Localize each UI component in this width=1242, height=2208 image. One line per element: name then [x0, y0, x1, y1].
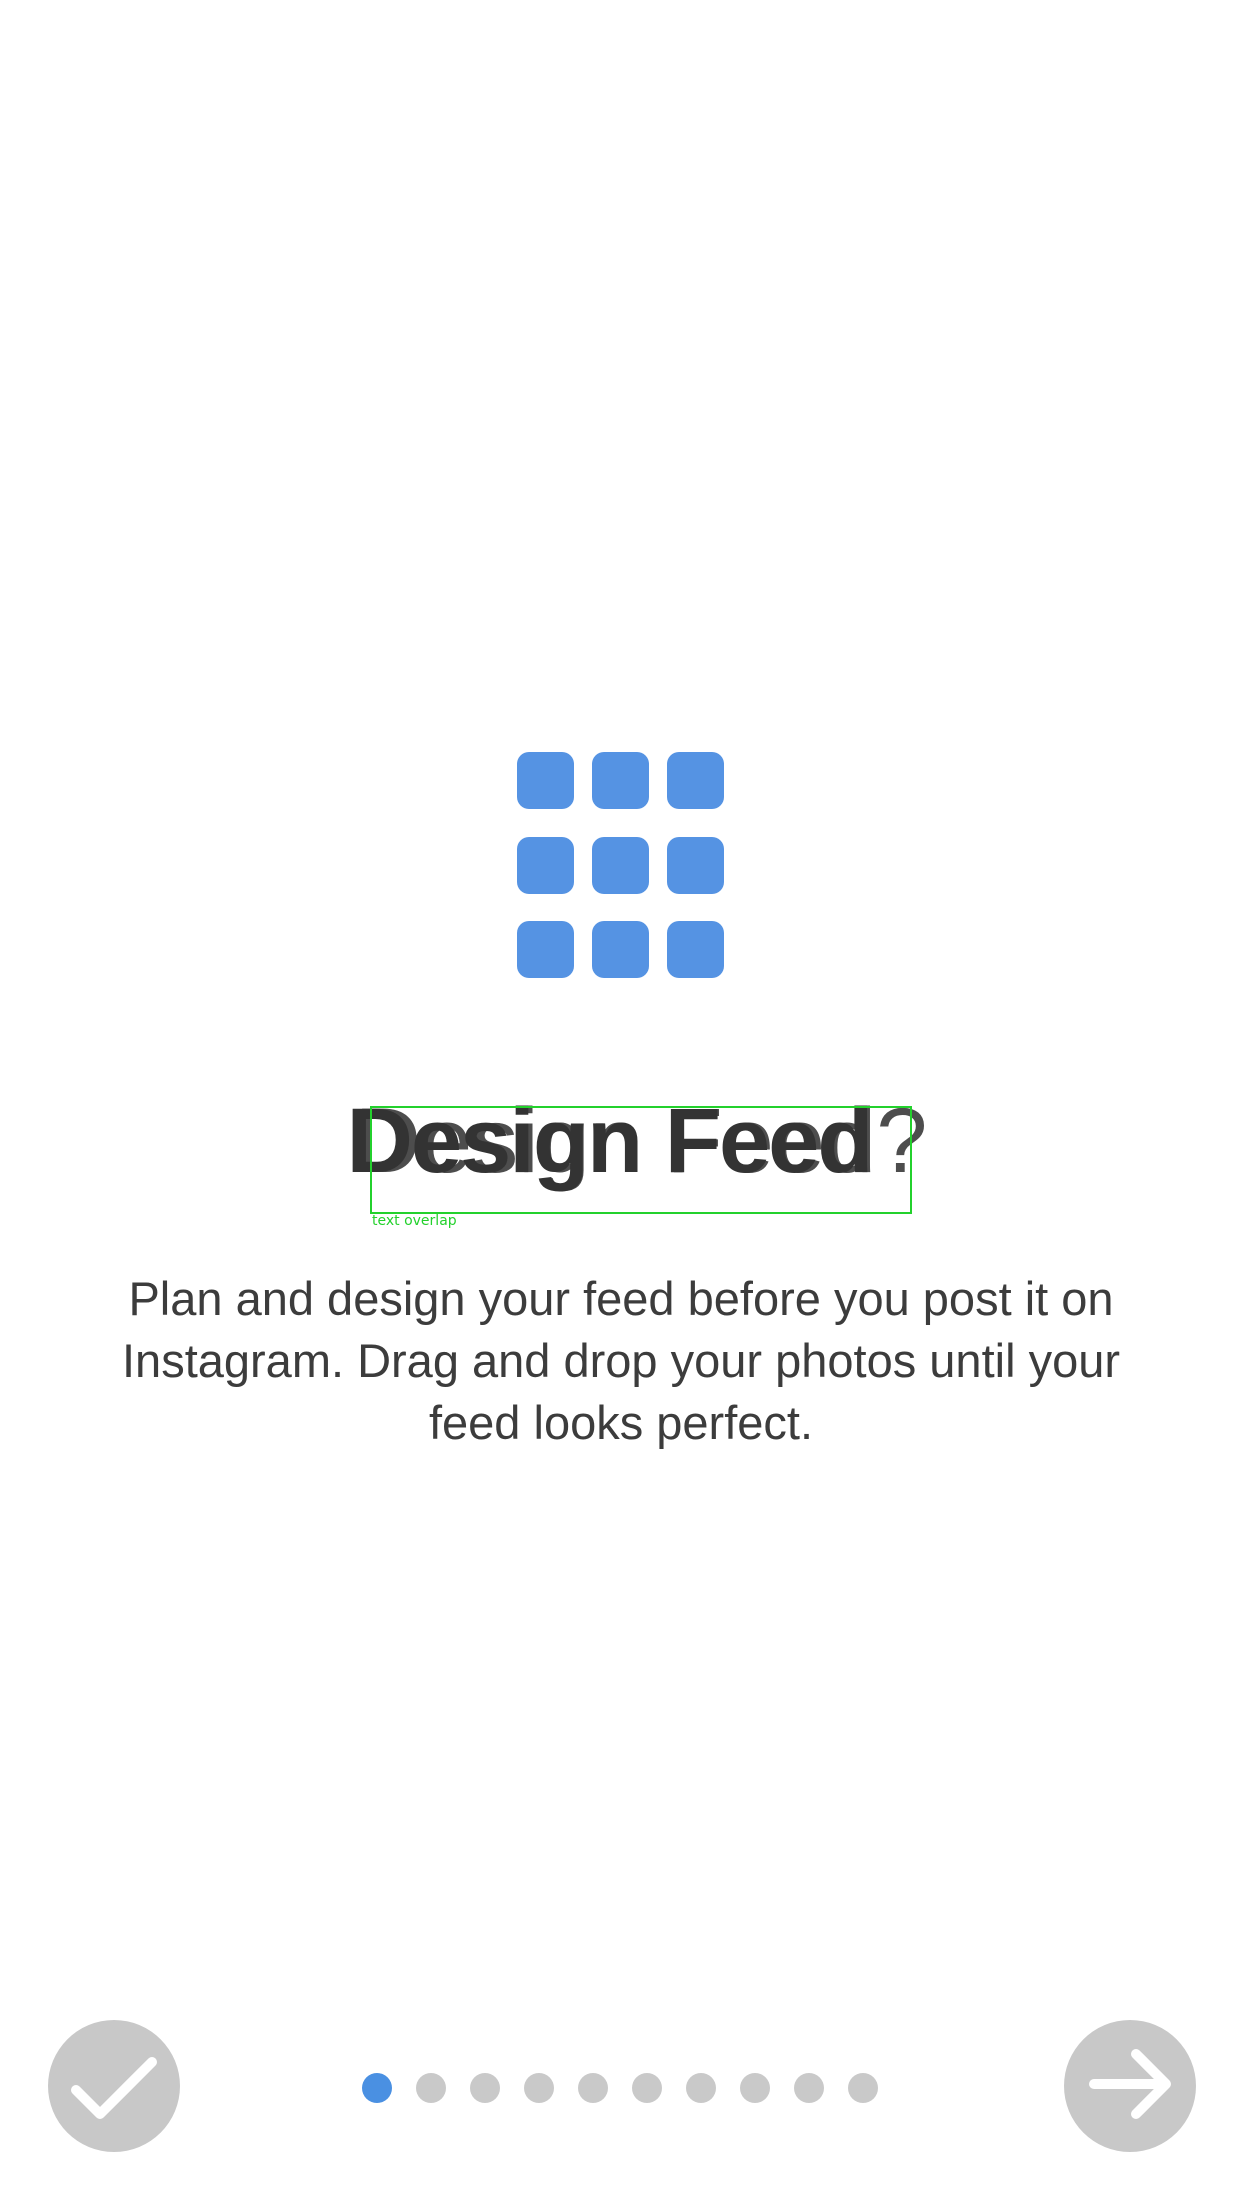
grid-cell — [592, 752, 649, 809]
arrow-right-icon — [1089, 2049, 1171, 2119]
text-overlap-debug-box — [370, 1106, 912, 1214]
page-dot[interactable] — [416, 2073, 446, 2103]
page-dot[interactable] — [794, 2073, 824, 2103]
next-button[interactable] — [1064, 2020, 1196, 2152]
grid-cell — [517, 752, 574, 809]
page-dot[interactable] — [740, 2073, 770, 2103]
grid-icon — [517, 752, 724, 978]
page-dot[interactable] — [470, 2073, 500, 2103]
grid-cell — [667, 837, 724, 894]
done-button[interactable] — [48, 2020, 180, 2152]
checkmark-icon — [71, 2057, 157, 2119]
grid-cell — [592, 921, 649, 978]
onboarding-description: Plan and design your feed before you pos… — [122, 1272, 1120, 1449]
page-dot[interactable] — [524, 2073, 554, 2103]
page-dot[interactable] — [848, 2073, 878, 2103]
page-indicator — [362, 2073, 882, 2103]
grid-cell — [667, 752, 724, 809]
grid-cell — [517, 837, 574, 894]
grid-cell — [667, 921, 724, 978]
page-dot[interactable] — [578, 2073, 608, 2103]
page-dot[interactable] — [632, 2073, 662, 2103]
grid-cell — [517, 921, 574, 978]
page-dot[interactable] — [686, 2073, 716, 2103]
text-overlap-debug-label: text overlap — [372, 1213, 457, 1229]
grid-cell — [592, 837, 649, 894]
page-dot-active[interactable] — [362, 2073, 392, 2103]
